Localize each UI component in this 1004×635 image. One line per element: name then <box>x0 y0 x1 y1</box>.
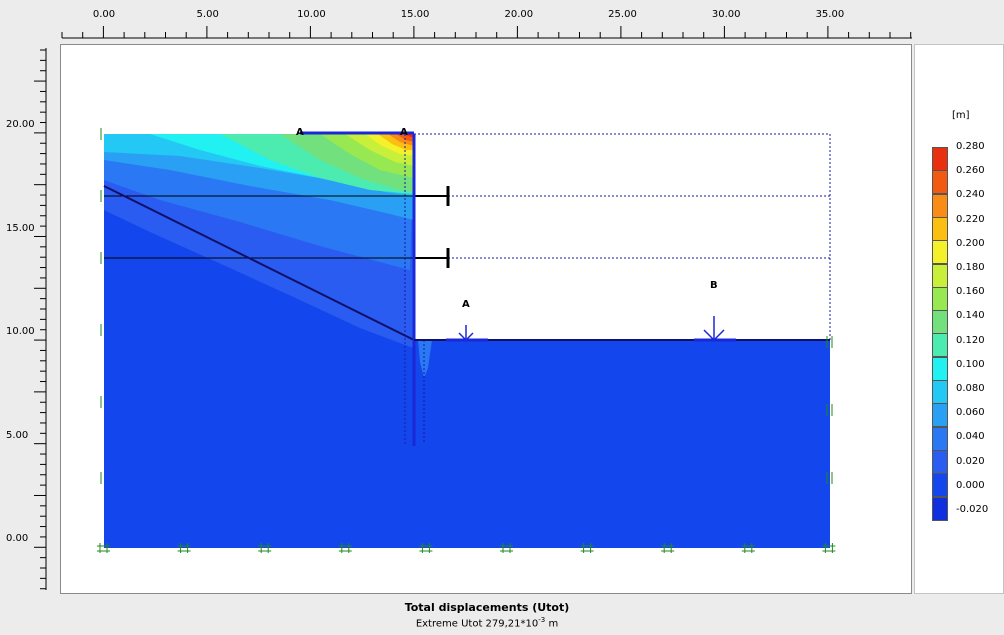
plot-caption-subtitle: Extreme Utot 279,21*10-3 m <box>415 616 559 630</box>
legend-swatch <box>932 286 948 311</box>
x-tick-label: 15.00 <box>400 9 430 20</box>
plot-caption-title: Total displacements (Utot) <box>404 601 570 614</box>
legend-level-label: 0.240 <box>956 189 985 201</box>
legend-swatch <box>932 193 948 218</box>
x-tick-label: 30.00 <box>711 9 741 20</box>
y-tick-label: 0.00 <box>6 533 29 545</box>
legend-level-label: -0.020 <box>956 504 989 515</box>
x-tick-label: 35.00 <box>815 9 845 20</box>
marker-label-a-top: A <box>296 127 304 138</box>
legend-swatch <box>932 356 948 381</box>
legend-level-label: 0.060 <box>956 407 985 419</box>
y-tick-label: 20.00 <box>6 119 35 130</box>
legend-level-label: 0.000 <box>956 479 985 491</box>
legend-swatch <box>932 263 948 288</box>
legend-swatch <box>932 240 948 265</box>
legend-level-label: 0.160 <box>956 286 985 298</box>
legend-level-label: 0.040 <box>956 431 985 443</box>
x-tick-label: 25.00 <box>608 9 637 20</box>
legend-level-label: 0.180 <box>956 262 985 273</box>
legend-level-label: 0.100 <box>956 358 985 370</box>
legend-level-label: 0.080 <box>956 383 985 394</box>
x-tick-label: 0.00 <box>92 9 116 20</box>
plot-area[interactable] <box>60 44 912 594</box>
x-tick-label: 10.00 <box>297 9 326 20</box>
y-tick-label: 5.00 <box>6 429 29 441</box>
y-tick-label: 10.00 <box>6 326 35 338</box>
legend-swatch <box>932 380 948 404</box>
marker-label-a-top-2: A <box>400 127 408 138</box>
legend-level-label: 0.020 <box>956 455 985 467</box>
legend-swatch <box>932 473 948 498</box>
legend-swatch <box>932 426 948 451</box>
legend-swatch <box>932 403 948 428</box>
legend-swatch <box>932 170 948 195</box>
legend-swatch <box>932 216 948 241</box>
x-tick-label: 20.00 <box>504 9 534 20</box>
legend-swatch <box>932 310 948 335</box>
exponent: -3 <box>538 616 546 624</box>
legend-level-label: 0.140 <box>956 310 985 322</box>
legend-swatch <box>932 449 948 474</box>
marker-label-a: A <box>462 299 470 310</box>
legend-swatch <box>932 333 948 358</box>
legend-unit: [m] <box>952 110 970 121</box>
legend-level-label: 0.280 <box>956 141 985 152</box>
x-tick-label: 5.00 <box>196 9 219 20</box>
legend-level-label: 0.260 <box>956 165 985 177</box>
legend-level-label: 0.200 <box>956 237 985 249</box>
legend-swatch <box>932 496 948 521</box>
legend-level-label: 0.120 <box>956 334 985 346</box>
y-tick-label: 15.00 <box>6 222 35 234</box>
top-ruler <box>61 26 912 39</box>
legend-level-label: 0.220 <box>956 213 985 225</box>
marker-label-b: B <box>710 280 718 291</box>
legend-swatch <box>932 147 948 171</box>
